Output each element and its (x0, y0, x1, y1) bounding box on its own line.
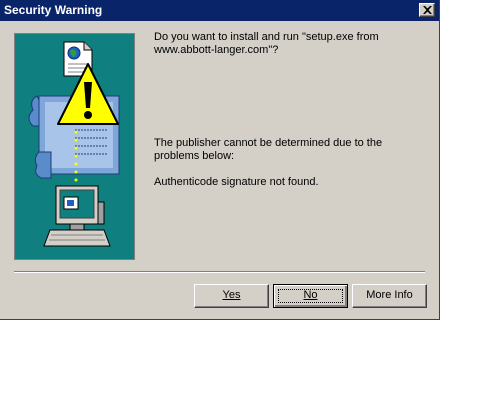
install-question: Do you want to install and run "setup.ex… (154, 31, 379, 56)
computer-icon (43, 185, 111, 247)
more-info-button[interactable]: More Info (352, 284, 427, 308)
yes-button-label: Yes (222, 289, 241, 301)
close-button[interactable] (419, 3, 435, 17)
no-button[interactable]: No (273, 284, 348, 308)
more-info-button-label: More Info (366, 289, 413, 301)
publisher-message: The publisher cannot be determined due t… (154, 137, 383, 162)
window-title: Security Warning (4, 3, 103, 17)
security-warning-dialog: Security Warning Do you want to install … (0, 0, 440, 320)
security-illustration (14, 33, 135, 260)
no-button-label: No (303, 289, 318, 301)
button-separator (14, 271, 425, 273)
title-bar[interactable]: Security Warning (0, 0, 439, 21)
close-icon (423, 6, 432, 14)
signature-reason: Authenticode signature not found. (154, 176, 319, 188)
yes-button[interactable]: Yes (194, 284, 269, 308)
